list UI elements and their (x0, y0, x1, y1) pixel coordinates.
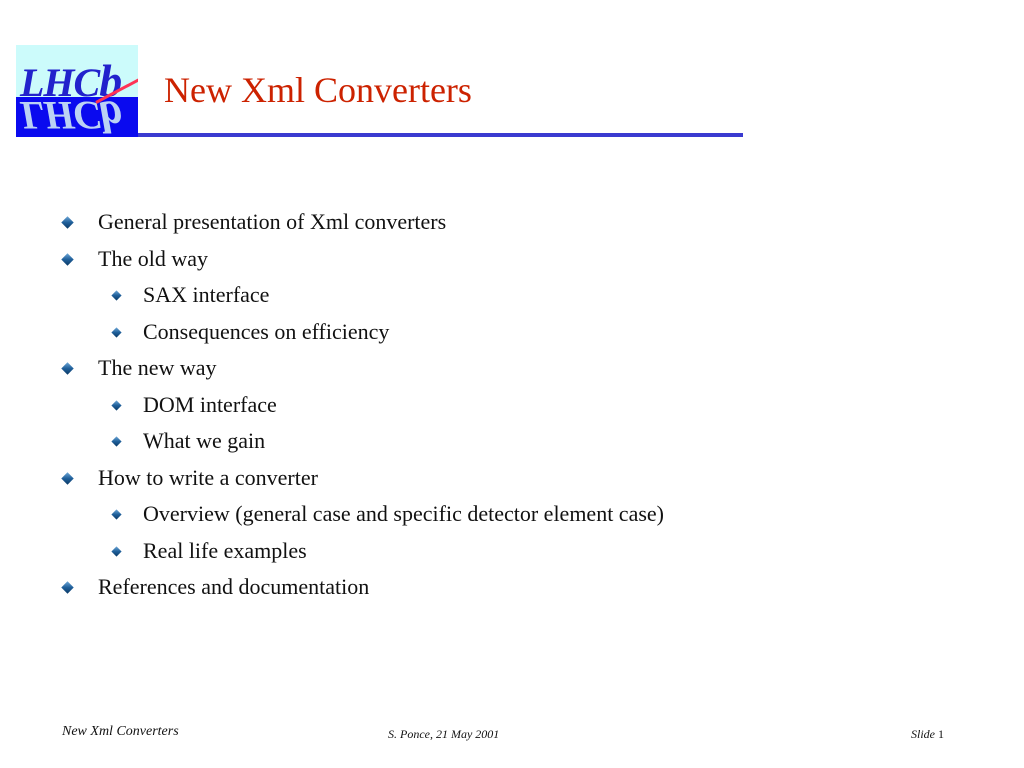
sub-bullet-item: Consequences on efficiency (111, 318, 389, 346)
bullet-text: DOM interface (143, 391, 277, 417)
diamond-bullet-icon (61, 471, 74, 485)
bullet-text: The old way (98, 245, 208, 271)
diamond-bullet-icon (61, 216, 74, 229)
footer-presentation-title: New Xml Converters (62, 724, 179, 739)
bullet-text: Real life examples (143, 537, 307, 563)
title-underline (138, 133, 743, 137)
bullet-text: SAX interface (143, 282, 270, 307)
bullet-item: References and documentation (61, 573, 369, 601)
sub-bullet-item: SAX interface (111, 281, 269, 309)
diamond-bullet-icon (111, 399, 122, 411)
bullet-item: The old way (61, 245, 208, 273)
slide-title: New Xml Converters (164, 70, 472, 110)
diamond-bullet-icon (61, 362, 74, 375)
bullet-text: Consequences on efficiency (143, 318, 390, 344)
diamond-bullet-icon (111, 509, 122, 520)
diamond-bullet-icon (111, 290, 122, 301)
diamond-bullet-icon (111, 436, 122, 447)
bullet-text: Overview (general case and specific dete… (143, 501, 664, 526)
sub-bullet-item: Overview (general case and specific dete… (111, 500, 664, 528)
sub-bullet-item: Real life examples (111, 537, 307, 565)
lhcb-logo: LHCb LHCb (16, 45, 138, 137)
footer-author-date: S. Ponce, 21 May 2001 (388, 727, 500, 741)
bullet-text: References and documentation (98, 574, 370, 599)
bullet-text: How to write a converter (98, 464, 318, 490)
diamond-bullet-icon (61, 252, 74, 266)
bullet-item: General presentation of Xml converters (61, 208, 446, 236)
bullet-item: How to write a converter (61, 464, 318, 492)
bullet-text: What we gain (143, 428, 266, 453)
bullet-text: The new way (98, 355, 217, 380)
diamond-bullet-icon (61, 581, 74, 594)
diamond-bullet-icon (111, 545, 122, 557)
diamond-bullet-icon (111, 326, 122, 338)
sub-bullet-item: What we gain (111, 427, 265, 455)
footer-slide-number: Slide 1 (911, 727, 944, 741)
sub-bullet-item: DOM interface (111, 391, 277, 419)
bullet-item: The new way (61, 354, 217, 382)
bullet-text: General presentation of Xml converters (98, 209, 447, 234)
